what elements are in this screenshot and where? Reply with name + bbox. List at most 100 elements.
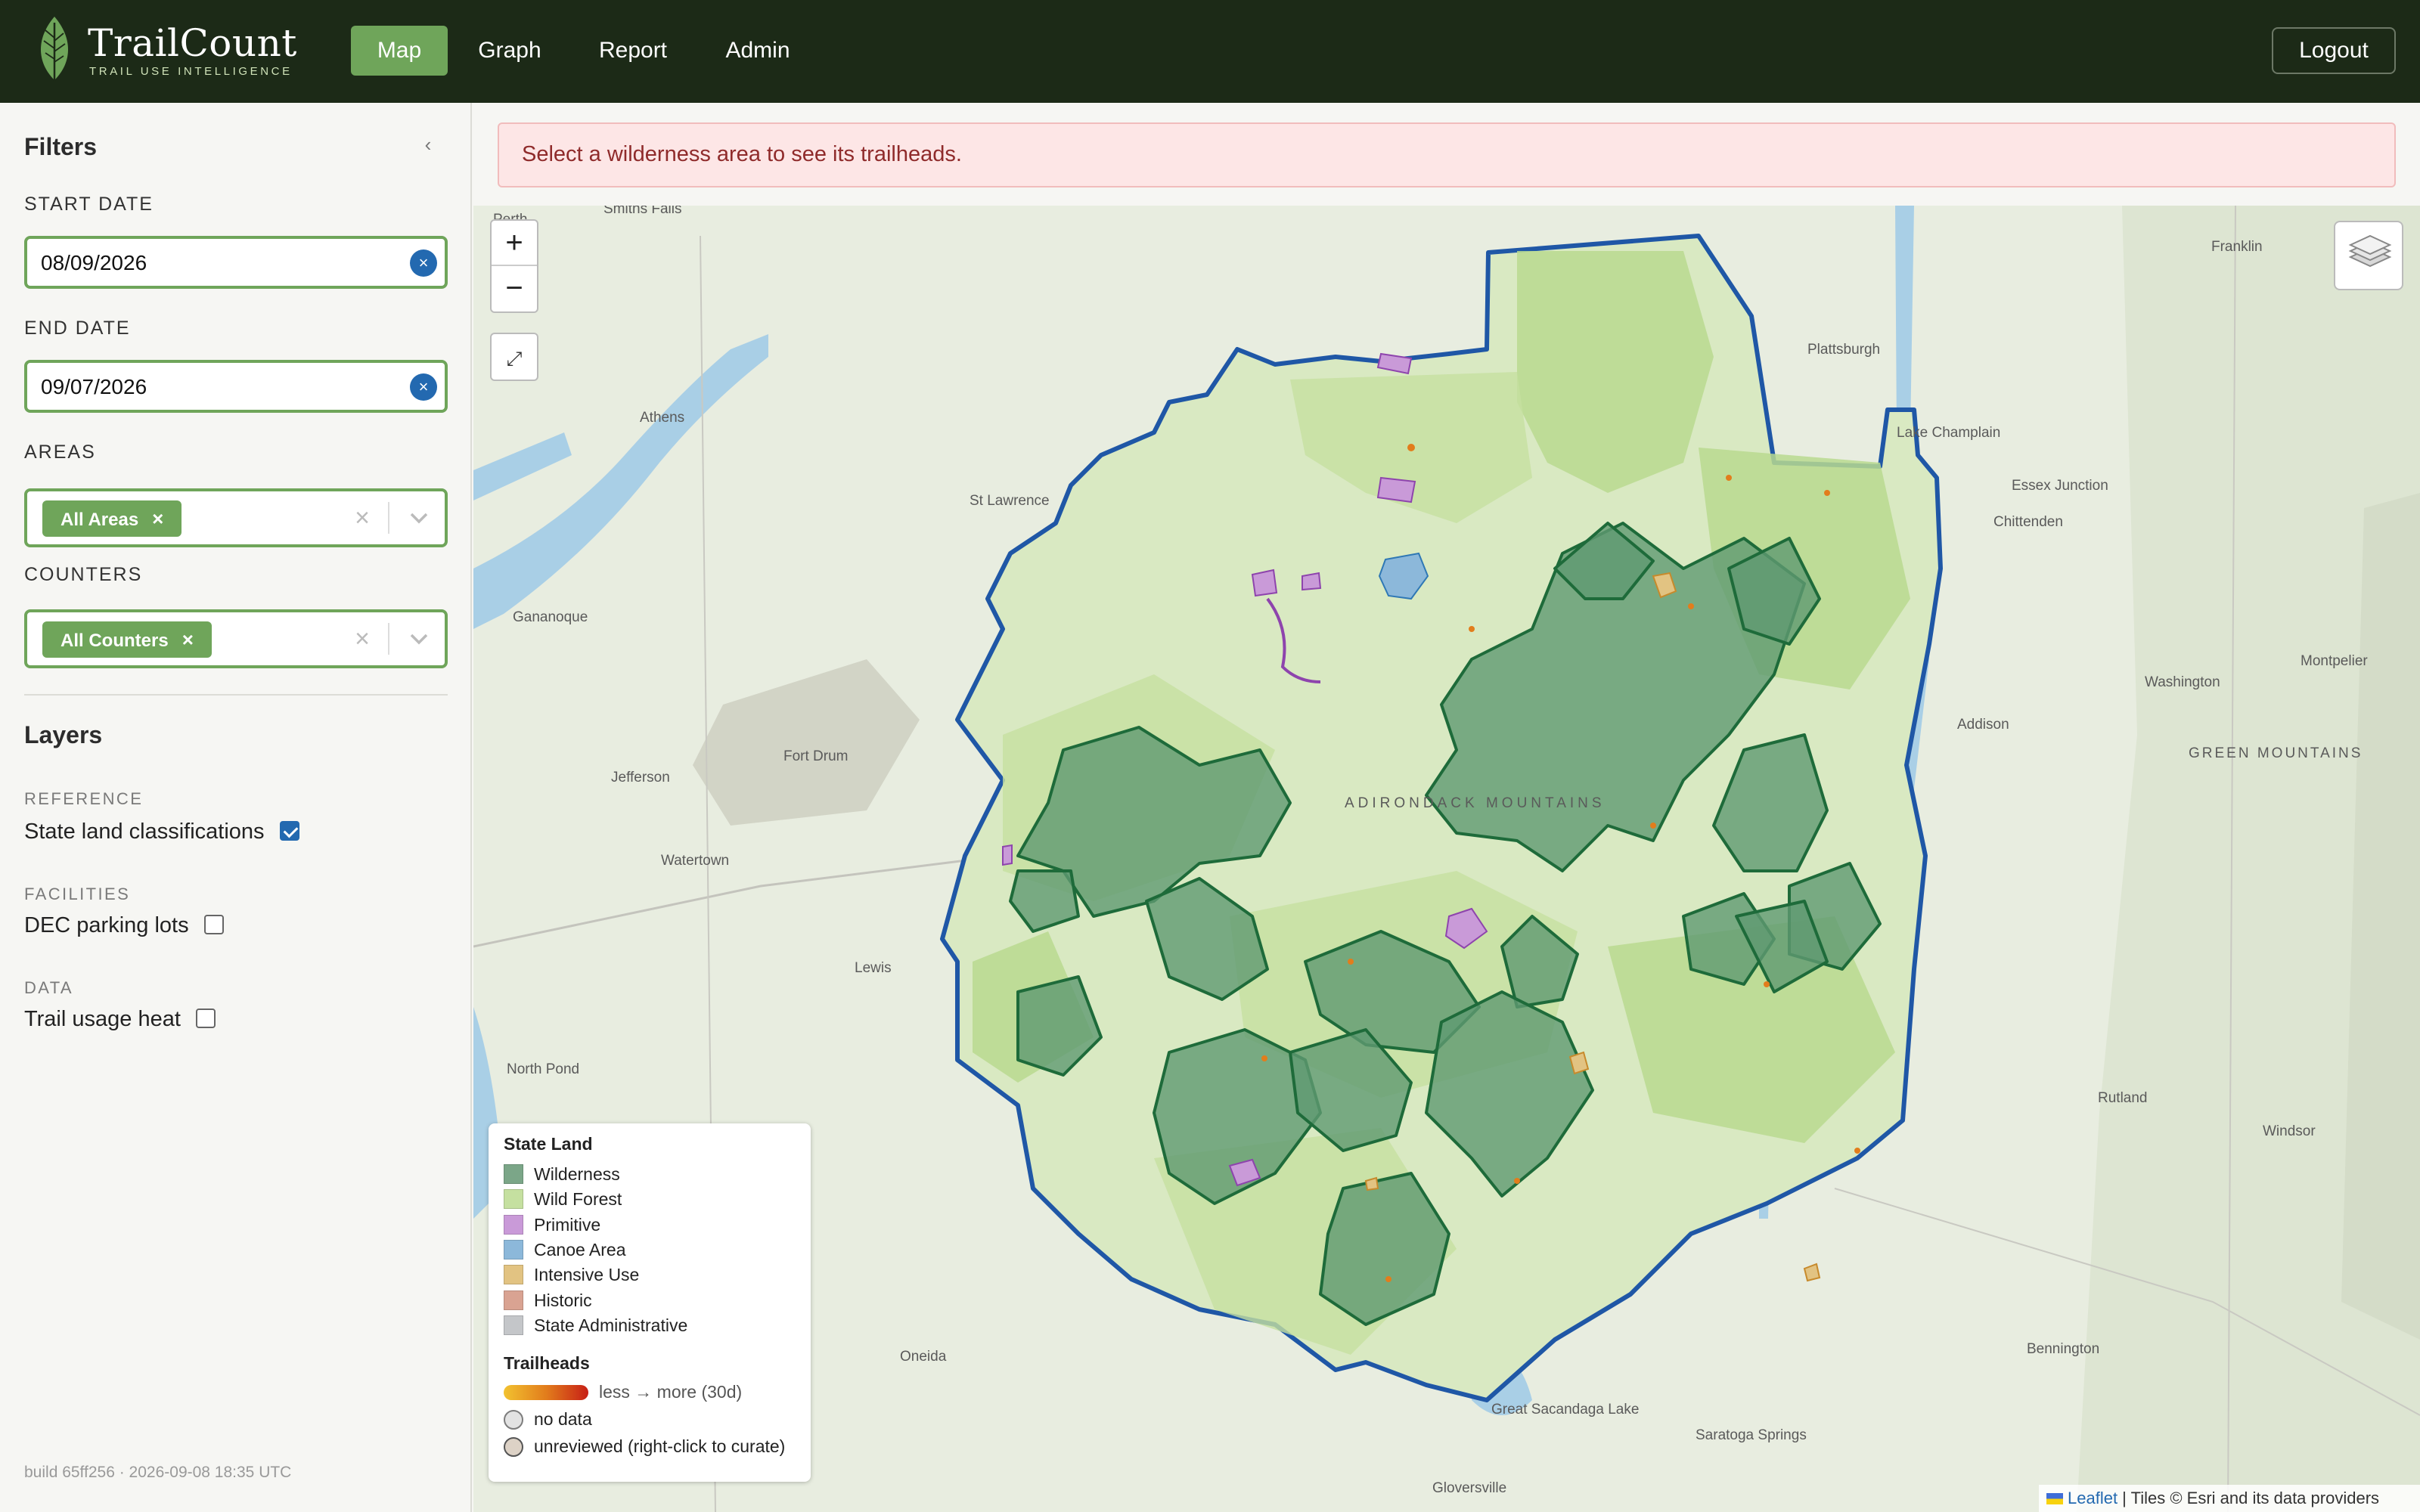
place-label: Lake Champlain [1897, 425, 2001, 441]
legend-item-label: State Administrative [534, 1315, 688, 1335]
place-label: Chittenden [1993, 514, 2063, 530]
layer-parking-lots[interactable]: DEC parking lots [24, 913, 224, 938]
brand-name: TrailCount [88, 21, 297, 65]
fullscreen-button[interactable]: ⤢ [490, 333, 538, 381]
brand-tagline: TRAIL USE INTELLIGENCE [89, 65, 293, 78]
legend-swatch [504, 1315, 523, 1335]
nav-graph[interactable]: Graph [463, 26, 557, 76]
legend-ramp-label: less → more (30d) [599, 1382, 743, 1402]
legend-item: Wilderness [504, 1164, 620, 1185]
legend-item: State Administrative [504, 1315, 687, 1336]
remove-areas-chip-icon[interactable]: × [152, 507, 163, 530]
counters-chip-label: All Counters [60, 631, 169, 651]
counters-chip: All Counters × [42, 621, 212, 658]
clear-start-date-icon[interactable]: × [410, 249, 437, 277]
place-label: Smiths Falls [603, 206, 682, 217]
layers-icon [2348, 234, 2392, 268]
layer-usage-heat[interactable]: Trail usage heat [24, 1007, 216, 1032]
legend-item-label: Intensive Use [534, 1265, 640, 1284]
place-label: Gloversville [1432, 1480, 1507, 1496]
layer-state-land-label: State land classifications [24, 820, 265, 844]
nav-admin[interactable]: Admin [711, 26, 805, 76]
place-label: Franklin [2211, 239, 2263, 255]
layer-switcher-button[interactable] [2334, 221, 2403, 290]
logout-button[interactable]: Logout [2272, 27, 2396, 74]
legend-ramp-row: less → more (30d) [504, 1382, 742, 1402]
legend-item: Primitive [504, 1215, 600, 1235]
legend-trailheads-title: Trailheads [504, 1353, 590, 1373]
start-date-field[interactable]: 08/09/2026 × [24, 236, 448, 289]
top-navbar: TrailCount TRAIL USE INTELLIGENCE Map Gr… [0, 0, 2420, 103]
map-view[interactable]: Smiths Falls Perth Athens St Lawrence Ga… [473, 206, 2420, 1512]
usage-ramp [504, 1385, 588, 1400]
legend-item-label: Wilderness [534, 1164, 620, 1184]
start-date-value: 08/09/2026 [41, 251, 147, 274]
layers-title: Layers [24, 721, 103, 748]
ukraine-flag-icon [2046, 1493, 2063, 1504]
layer-group-data: DATA [24, 978, 74, 997]
legend-swatch [504, 1215, 523, 1235]
nav-map[interactable]: Map [351, 26, 448, 76]
place-label: Gananoque [513, 609, 588, 625]
legend-item-label: Primitive [534, 1215, 601, 1235]
collapse-sidebar-button[interactable]: ‹ [420, 133, 436, 156]
leaflet-link[interactable]: Leaflet [2068, 1489, 2118, 1507]
legend-item: Historic [504, 1290, 592, 1311]
areas-chip-label: All Areas [60, 510, 139, 530]
counters-select[interactable]: All Counters × × [24, 609, 448, 668]
legend-item-label: Historic [534, 1290, 592, 1310]
areas-select[interactable]: All Areas × × [24, 488, 448, 547]
place-label: Great Sacandaga Lake [1491, 1402, 1640, 1418]
zoom-out-button[interactable]: − [492, 266, 537, 311]
filters-sidebar: Filters ‹ START DATE 08/09/2026 × END DA… [0, 103, 472, 1512]
clear-areas-icon[interactable]: × [349, 505, 375, 531]
place-label: Oneida [900, 1349, 947, 1365]
attribution-text: | Tiles © Esri and its data providers [2118, 1489, 2380, 1507]
legend-state-land-title: State Land [504, 1134, 593, 1154]
remove-counters-chip-icon[interactable]: × [182, 628, 194, 651]
end-date-value: 09/07/2026 [41, 375, 147, 398]
place-label: Essex Junction [2012, 478, 2108, 494]
areas-label: AREAS [24, 442, 96, 463]
layer-state-land-checkbox[interactable] [279, 821, 299, 841]
map-legend: State Land Wilderness Wild Forest Primit… [489, 1123, 811, 1482]
brand-logo[interactable]: TrailCount TRAIL USE INTELLIGENCE [35, 15, 296, 83]
no-data-dot [504, 1410, 523, 1430]
build-info: build 65ff256 · 2026-09-08 18:35 UTC [24, 1464, 292, 1481]
place-label: Fort Drum [783, 748, 849, 764]
place-label: ADIRONDACK MOUNTAINS [1345, 795, 1606, 811]
clear-counters-icon[interactable]: × [349, 626, 375, 652]
place-label: Addison [1957, 717, 2009, 733]
legend-unreviewed-label: unreviewed (right-click to curate) [534, 1436, 786, 1456]
layer-state-land[interactable]: State land classifications [24, 820, 299, 844]
sidebar-divider [24, 694, 448, 696]
chevron-down-icon[interactable] [402, 623, 436, 655]
place-label: Plattsburgh [1807, 342, 1881, 358]
nav-report[interactable]: Report [584, 26, 682, 76]
chevron-down-icon[interactable] [402, 502, 436, 534]
layer-group-reference: REFERENCE [24, 789, 144, 808]
place-label: Saratoga Springs [1696, 1427, 1807, 1443]
counters-label: COUNTERS [24, 564, 143, 585]
place-label: Bennington [2027, 1341, 2100, 1357]
legend-item: Canoe Area [504, 1240, 625, 1260]
clear-end-date-icon[interactable]: × [410, 373, 437, 401]
areas-chip: All Areas × [42, 500, 182, 537]
layer-group-facilities: FACILITIES [24, 885, 131, 903]
unreviewed-dot [504, 1437, 523, 1457]
end-date-field[interactable]: 09/07/2026 × [24, 360, 448, 413]
place-label: Rutland [2098, 1090, 2148, 1106]
legend-swatch [504, 1240, 523, 1259]
legend-item: Wild Forest [504, 1189, 622, 1210]
filters-title: Filters [24, 133, 98, 160]
zoom-in-button[interactable]: + [492, 221, 537, 266]
place-label: Washington [2145, 674, 2220, 690]
layer-usage-heat-checkbox[interactable] [195, 1009, 216, 1028]
map-attribution: Leaflet | Tiles © Esri and its data prov… [2039, 1485, 2420, 1512]
place-label: GREEN MOUNTAINS [2189, 745, 2363, 761]
start-date-label: START DATE [24, 194, 154, 215]
place-label: Jefferson [611, 770, 670, 785]
layer-parking-lots-checkbox[interactable] [203, 915, 224, 934]
place-label: Lewis [855, 960, 892, 976]
place-label: Watertown [661, 853, 730, 869]
